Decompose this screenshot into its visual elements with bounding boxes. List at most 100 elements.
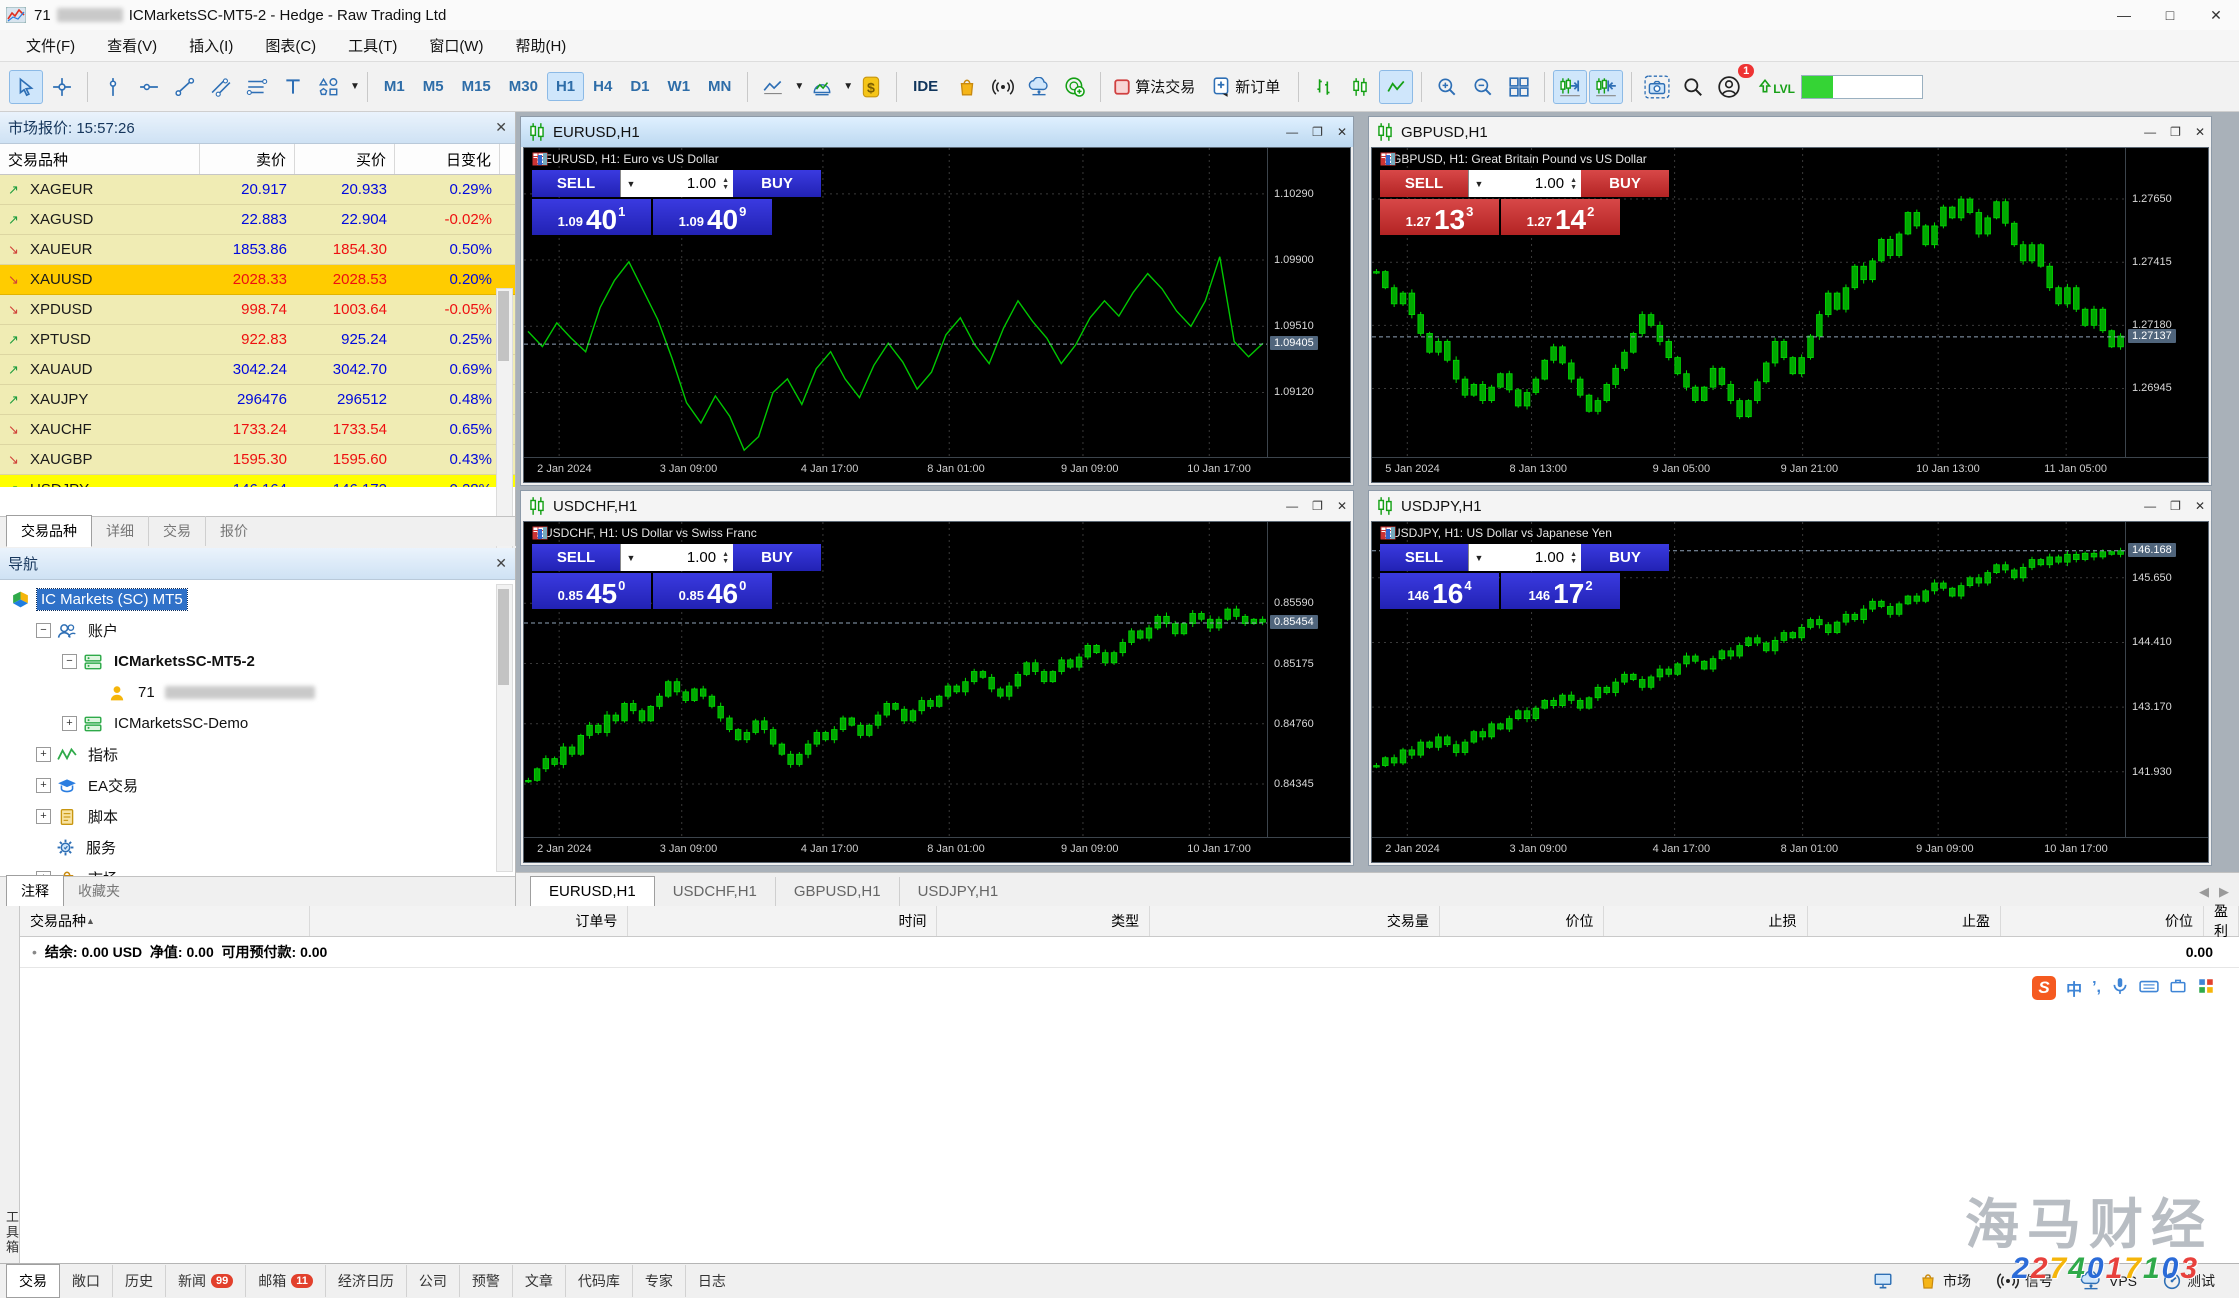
tree-expander-icon[interactable]: + [36,747,51,762]
zoom-out-button[interactable] [1466,70,1500,104]
window-close-icon[interactable]: ✕ [1337,499,1347,513]
channel-button[interactable] [204,70,238,104]
volume-dropdown-icon[interactable]: ▼ [1468,544,1489,571]
volume-input[interactable]: 1.00▲▼ [641,170,733,197]
profile-button[interactable]: 1 [1712,70,1746,104]
chart-window-USDJPY[interactable]: USDJPY,H1 —❐✕ USDJPY, H1: US Dollar vs J… [1368,490,2212,866]
market-watch-row[interactable]: ↗XAGUSD 22.883 22.904 -0.02% [0,205,515,235]
toolbox-column-9[interactable]: 盈利 [2204,906,2239,936]
timeframe-H4[interactable]: H4 [584,72,621,101]
toolbox-column-0[interactable]: 交易品种 ▲ [20,906,310,936]
toolbox-tab-预警[interactable]: 预警 [459,1265,512,1297]
navigator-item[interactable]: +EA交易 [4,770,515,801]
toolbox-column-2[interactable]: 时间 [628,906,937,936]
market-watch-tab-0[interactable]: 交易品种 [6,515,92,547]
menu-item-4[interactable]: 工具(T) [332,30,413,61]
timeframe-M30[interactable]: M30 [500,72,547,101]
tree-expander-icon[interactable]: − [62,654,77,669]
tree-expander-icon[interactable]: + [36,778,51,793]
toolbox-column-5[interactable]: 价位 [1440,906,1605,936]
tab-scroll-left-icon[interactable]: ◀ [2199,884,2209,900]
chart-window-titlebar[interactable]: USDCHF,H1 —❐✕ [521,491,1353,521]
market-watch-row[interactable]: ↗USDJPY 146.164 146.172 0.28% [0,475,515,487]
navigator-item[interactable]: IC Markets (SC) MT5 [4,584,515,615]
menu-item-2[interactable]: 插入(I) [173,30,249,61]
volume-dropdown-icon[interactable]: ▼ [620,544,641,571]
market-watch-row[interactable]: ↗XAUJPY 296476 296512 0.48% [0,385,515,415]
navigator-tab-1[interactable]: 收藏夹 [64,876,134,906]
chart-shift-button[interactable] [1589,70,1623,104]
tile-windows-button[interactable] [1502,70,1536,104]
buy-price-box[interactable]: 1.09409 [653,199,772,235]
chart-mode-caret[interactable]: ▼ [794,81,804,92]
sell-price-box[interactable]: 1.27133 [1380,199,1499,235]
toolbox-tab-交易[interactable]: 交易 [6,1264,60,1298]
toolbox-tab-文章[interactable]: 文章 [512,1265,565,1297]
indicators-caret[interactable]: ▼ [843,81,853,92]
auto-scroll-button[interactable] [1553,70,1587,104]
toolbox-tab-敞口[interactable]: 敞口 [60,1265,112,1297]
buy-button[interactable]: BUY [1581,170,1669,197]
toolbox-tab-公司[interactable]: 公司 [406,1265,459,1297]
new-order-button[interactable]: 新订单 [1207,70,1290,104]
close-button[interactable]: ✕ [2193,0,2239,30]
toolbox-tab-日志[interactable]: 日志 [685,1265,738,1297]
ide-button[interactable]: IDE [905,70,948,104]
menu-item-0[interactable]: 文件(F) [10,30,91,61]
window-minimize-icon[interactable]: — [2144,125,2156,139]
screenshot-button[interactable] [1640,70,1674,104]
volume-input[interactable]: 1.00▲▼ [1489,544,1581,571]
market-watch-row[interactable]: ↘XAUEUR 1853.86 1854.30 0.50% [0,235,515,265]
shapes-button[interactable] [312,70,346,104]
timeframe-H1[interactable]: H1 [547,72,584,101]
market-watch-row[interactable]: ↘XPDUSD 998.74 1003.64 -0.05% [0,295,515,325]
menu-item-5[interactable]: 窗口(W) [413,30,499,61]
bar-chart-button[interactable] [1307,70,1341,104]
toolbox-column-1[interactable]: 订单号 [310,906,629,936]
market-watch-tab-1[interactable]: 详细 [92,516,148,546]
timeframe-M1[interactable]: M1 [375,72,414,101]
cloud-button[interactable] [1022,70,1056,104]
sell-price-box[interactable]: 0.85450 [532,573,651,609]
minimize-button[interactable]: — [2101,0,2147,30]
cursor-tool-button[interactable] [9,70,43,104]
timeframe-MN[interactable]: MN [699,72,740,101]
close-icon[interactable]: ✕ [495,119,507,136]
tab-scroll-right-icon[interactable]: ▶ [2219,884,2229,900]
ime-punct-icon[interactable]: ’, [2092,979,2101,997]
toolbox-column-6[interactable]: 止损 [1604,906,1807,936]
status-item-市场[interactable]: 市场 [1919,1271,1971,1291]
timeframe-M5[interactable]: M5 [414,72,453,101]
toolbox-side-tab[interactable]: 工具箱 [0,906,20,1263]
window-close-icon[interactable]: ✕ [2195,125,2205,139]
window-minimize-icon[interactable]: — [1286,499,1298,513]
navigator-item[interactable]: 71 [4,677,515,708]
toolbox-column-8[interactable]: 价位 [2001,906,2204,936]
toolbox-tab-代码库[interactable]: 代码库 [565,1265,632,1297]
toolbox-tab-经济日历[interactable]: 经济日历 [325,1265,406,1297]
market-watch-column-3[interactable]: 日变化 [395,144,500,174]
navigator-item[interactable]: +ICMarketsSC-Demo [4,708,515,739]
currency-button[interactable]: $ [854,70,888,104]
ime-lang-icon[interactable]: 中 [2066,976,2082,1000]
tree-expander-icon[interactable]: − [36,623,51,638]
vertical-line-button[interactable] [96,70,130,104]
navigator-scrollbar[interactable] [496,584,513,872]
navigator-item[interactable]: +脚本 [4,801,515,832]
chart-tab-1[interactable]: USDCHF,H1 [655,877,775,906]
menu-item-3[interactable]: 图表(C) [249,30,332,61]
timeframe-D1[interactable]: D1 [621,72,658,101]
sell-button[interactable]: SELL [532,170,620,197]
indicators-button[interactable] [805,70,839,104]
buy-price-box[interactable]: 146172 [1501,573,1620,609]
market-watch-column-1[interactable]: 卖价 [200,144,295,174]
chart-window-GBPUSD[interactable]: GBPUSD,H1 —❐✕ GBPUSD, H1: Great Britain … [1368,116,2212,486]
navigator-tab-0[interactable]: 注释 [6,875,64,907]
window-restore-icon[interactable]: ❐ [2170,499,2181,513]
horizontal-line-button[interactable] [132,70,166,104]
menu-item-6[interactable]: 帮助(H) [499,30,582,61]
timeframe-W1[interactable]: W1 [659,72,700,101]
chart-window-titlebar[interactable]: GBPUSD,H1 —❐✕ [1369,117,2211,147]
trendline-button[interactable] [168,70,202,104]
menu-item-1[interactable]: 查看(V) [91,30,173,61]
